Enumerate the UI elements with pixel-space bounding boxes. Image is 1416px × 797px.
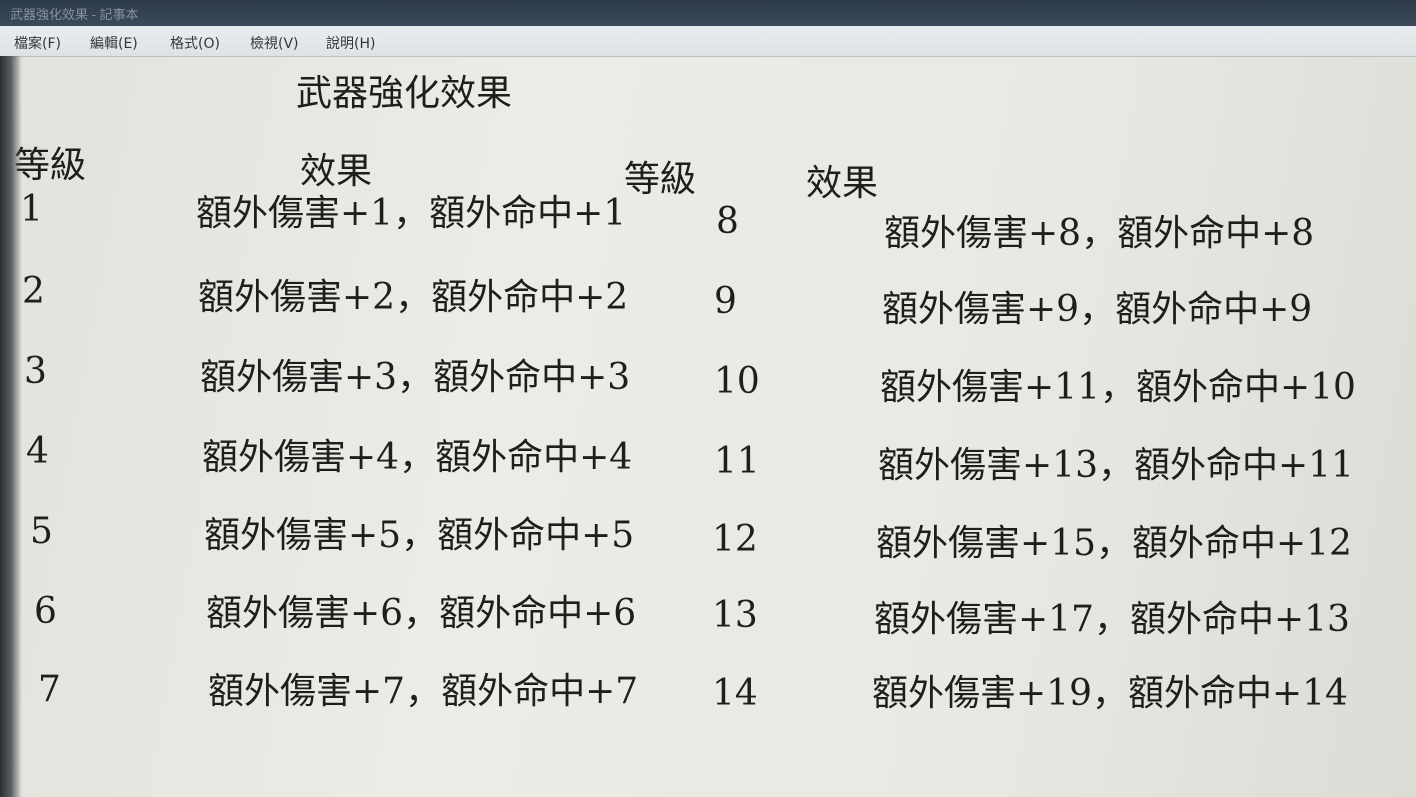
left-level-4: 4 [26, 431, 49, 472]
title-bar[interactable]: 武器強化效果 - 記事本 [0, 0, 1416, 26]
left-effect-1: 額外傷害+1，額外命中+1 [196, 193, 627, 234]
left-level-6: 6 [34, 591, 57, 632]
right-effect-12: 額外傷害+15，額外命中+12 [876, 523, 1352, 564]
left-level-2: 2 [22, 271, 45, 312]
menu-edit[interactable]: 編輯(E) [90, 33, 138, 53]
header-level-right: 等級 [624, 159, 697, 200]
left-level-1: 1 [20, 189, 43, 230]
header-level-left: 等級 [14, 145, 87, 186]
right-level-12: 12 [712, 519, 758, 560]
window-title: 武器強化效果 - 記事本 [10, 7, 139, 22]
left-effect-6: 額外傷害+6，額外命中+6 [206, 593, 637, 634]
left-level-5: 5 [30, 511, 53, 552]
monitor-bezel-shadow [0, 56, 22, 797]
menu-format[interactable]: 格式(O) [170, 33, 220, 53]
right-level-10: 10 [714, 361, 760, 402]
left-effect-2: 額外傷害+2，額外命中+2 [198, 277, 629, 318]
left-effect-5: 額外傷害+5，額外命中+5 [204, 515, 635, 556]
right-level-11: 11 [714, 441, 760, 482]
document-title: 武器強化效果 [296, 73, 513, 114]
right-effect-9: 額外傷害+9，額外命中+9 [882, 289, 1313, 330]
left-effect-7: 額外傷害+7，額外命中+7 [208, 671, 639, 712]
text-editor-area[interactable]: 武器強化效果 等級 效果 等級 效果 1 額外傷害+1，額外命中+1 2 額外傷… [0, 56, 1416, 797]
menu-help[interactable]: 說明(H) [326, 33, 375, 53]
menu-bar: 檔案(F) 編輯(E) 格式(O) 檢視(V) 說明(H) [0, 26, 1416, 57]
menu-file[interactable]: 檔案(F) [14, 33, 61, 53]
right-effect-14: 額外傷害+19，額外命中+14 [872, 673, 1348, 714]
left-level-7: 7 [38, 669, 61, 710]
right-level-14: 14 [712, 673, 758, 714]
menu-view[interactable]: 檢視(V) [250, 33, 299, 53]
right-level-13: 13 [712, 595, 758, 636]
right-level-8: 8 [716, 201, 739, 242]
notepad-window: 武器強化效果 - 記事本 檔案(F) 編輯(E) 格式(O) 檢視(V) 說明(… [0, 0, 1416, 797]
right-effect-13: 額外傷害+17，額外命中+13 [874, 599, 1350, 640]
right-level-9: 9 [714, 281, 737, 322]
left-effect-4: 額外傷害+4，額外命中+4 [202, 437, 633, 478]
right-effect-10: 額外傷害+11，額外命中+10 [880, 367, 1356, 408]
left-level-3: 3 [24, 351, 47, 392]
right-effect-11: 額外傷害+13，額外命中+11 [878, 445, 1354, 486]
right-effect-8: 額外傷害+8，額外命中+8 [884, 213, 1315, 254]
header-effect-right: 效果 [806, 163, 879, 204]
left-effect-3: 額外傷害+3，額外命中+3 [200, 357, 631, 398]
header-effect-left: 效果 [300, 151, 373, 192]
